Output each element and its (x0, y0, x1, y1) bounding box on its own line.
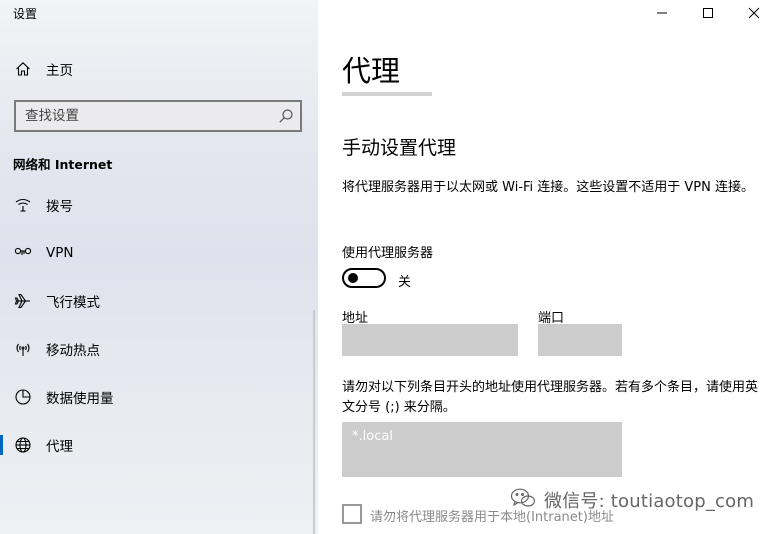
page-title: 代理 (342, 54, 401, 88)
sidebar-item-proxy[interactable]: 代理 (0, 428, 318, 462)
nav-home[interactable]: 主页 (0, 52, 318, 86)
minimize-icon (657, 12, 667, 14)
app-title: 设置 (13, 7, 38, 21)
minimize-button[interactable] (639, 0, 685, 26)
maximize-icon (703, 8, 713, 18)
watermark: 微信号: toutiaotop_com (510, 487, 754, 513)
search-box[interactable] (14, 100, 302, 132)
data-usage-icon (14, 388, 32, 406)
globe-icon (14, 436, 32, 454)
sidebar-item-label: 移动热点 (46, 343, 100, 359)
exceptions-input[interactable] (342, 422, 622, 477)
search-input[interactable] (16, 102, 266, 130)
title-underline (342, 92, 432, 96)
sidebar-item-label: VPN (46, 245, 74, 261)
dialup-icon (14, 196, 32, 214)
airplane-icon (14, 292, 32, 310)
sidebar-scrollbar[interactable] (313, 310, 315, 534)
sidebar-item-data-usage[interactable]: 数据使用量 (0, 380, 318, 414)
use-proxy-toggle[interactable] (342, 268, 386, 288)
sidebar-item-label: 拨号 (46, 199, 73, 215)
close-button[interactable] (731, 0, 777, 26)
toggle-state-label: 关 (398, 275, 412, 290)
section-heading: 网络和 Internet (13, 157, 113, 172)
hotspot-icon (14, 340, 32, 358)
sidebar-item-label: 数据使用量 (46, 391, 114, 407)
search-icon[interactable] (278, 108, 294, 124)
port-input[interactable] (538, 324, 622, 356)
maximize-button[interactable] (685, 0, 731, 26)
manual-proxy-description: 将代理服务器用于以太网或 Wi-Fi 连接。这些设置不适用于 VPN 连接。 (342, 180, 755, 195)
sidebar-item-vpn[interactable]: VPN (0, 236, 318, 270)
manual-proxy-heading: 手动设置代理 (342, 137, 457, 159)
sidebar-item-airplane-mode[interactable]: 飞行模式 (0, 284, 318, 318)
toggle-knob (348, 273, 358, 283)
home-label: 主页 (46, 63, 73, 79)
address-input[interactable] (342, 324, 518, 356)
window-controls (639, 0, 777, 26)
watermark-text: 微信号: toutiaotop_com (544, 491, 755, 512)
vpn-icon (14, 244, 32, 262)
sidebar-item-label: 飞行模式 (46, 295, 100, 311)
sidebar-item-label: 代理 (46, 439, 73, 455)
bypass-local-checkbox[interactable] (342, 504, 362, 524)
sidebar: 设置 主页 网络和 Internet (0, 0, 318, 534)
sidebar-item-dialup[interactable]: 拨号 (0, 188, 318, 222)
wechat-icon (510, 487, 536, 513)
use-proxy-label: 使用代理服务器 (342, 246, 434, 261)
home-icon (14, 60, 32, 78)
close-icon (748, 7, 760, 19)
sidebar-item-mobile-hotspot[interactable]: 移动热点 (0, 332, 318, 366)
exceptions-description: 请勿对以下列条目开头的地址使用代理服务器。若有多个条目，请使用英文分号 (;) … (342, 380, 759, 415)
